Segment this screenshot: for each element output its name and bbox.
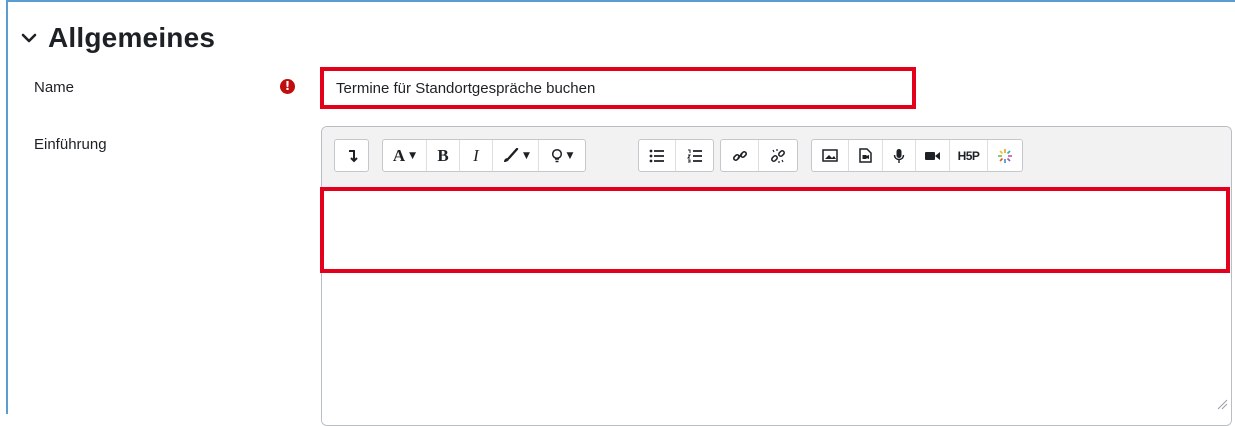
resize-handle-icon[interactable] <box>1214 396 1228 410</box>
video-camera-icon <box>924 150 941 162</box>
ordered-list-icon <box>686 149 703 163</box>
image-button[interactable] <box>812 140 849 171</box>
font-size-label: A <box>392 145 406 165</box>
intro-label: Einführung <box>34 136 107 153</box>
section-toggle[interactable]: Allgemeines <box>18 18 215 58</box>
lightbulb-icon <box>551 148 563 164</box>
bold-label: B <box>437 145 449 165</box>
chevron-down-icon[interactable] <box>18 27 40 49</box>
media-icon <box>859 148 872 163</box>
fieldset-border-left <box>6 0 8 414</box>
image-icon <box>822 149 838 162</box>
sparkle-icon <box>997 148 1013 164</box>
link-icon <box>732 148 748 164</box>
collapse-toolbar-icon <box>346 149 358 163</box>
name-label: Name <box>34 79 75 96</box>
styles-dropdown[interactable]: ▼ <box>539 140 585 171</box>
media-button[interactable] <box>849 140 883 171</box>
unordered-list-icon <box>649 149 665 163</box>
caret-down-icon: ▼ <box>409 150 417 161</box>
toolbar-group-collapse <box>334 139 369 172</box>
caret-down-icon: ▼ <box>566 150 574 161</box>
toolbar-group-style: A ▼ B I ▼ ▼ <box>382 139 586 172</box>
toolbar-group-media: H5P <box>811 139 1023 172</box>
h5p-icon: H5P <box>957 148 980 163</box>
caret-down-icon: ▼ <box>523 150 530 161</box>
link-button[interactable] <box>721 140 759 171</box>
italic-label: I <box>473 145 479 165</box>
h5p-button[interactable]: H5P <box>950 140 988 171</box>
unlink-icon <box>770 148 786 164</box>
name-input[interactable] <box>324 71 912 105</box>
record-video-button[interactable] <box>916 140 950 171</box>
unordered-list-button[interactable] <box>639 140 676 171</box>
fieldset-border-top <box>6 0 1235 2</box>
editor-toolbar: A ▼ B I ▼ ▼ H5P <box>322 127 1231 188</box>
text-color-dropdown[interactable]: ▼ <box>493 140 539 171</box>
exclamation-circle-icon: ! <box>280 79 295 94</box>
font-size-dropdown[interactable]: A ▼ <box>383 140 427 171</box>
microphone-icon <box>893 148 905 164</box>
toolbar-group-lists <box>638 139 714 172</box>
collapse-toolbar-button[interactable] <box>335 140 368 171</box>
name-field-highlight <box>320 67 916 109</box>
unlink-button[interactable] <box>759 140 797 171</box>
record-audio-button[interactable] <box>883 140 916 171</box>
ordered-list-button[interactable] <box>676 140 713 171</box>
sparkle-button[interactable] <box>988 140 1022 171</box>
editor-highlight-box <box>320 187 1230 273</box>
italic-button[interactable]: I <box>460 140 493 171</box>
toolbar-group-links <box>720 139 798 172</box>
intro-editor: A ▼ B I ▼ ▼ H5P <box>321 126 1232 426</box>
paintbrush-icon <box>501 147 519 164</box>
section-title: Allgemeines <box>48 22 216 53</box>
bold-button[interactable]: B <box>427 140 460 171</box>
